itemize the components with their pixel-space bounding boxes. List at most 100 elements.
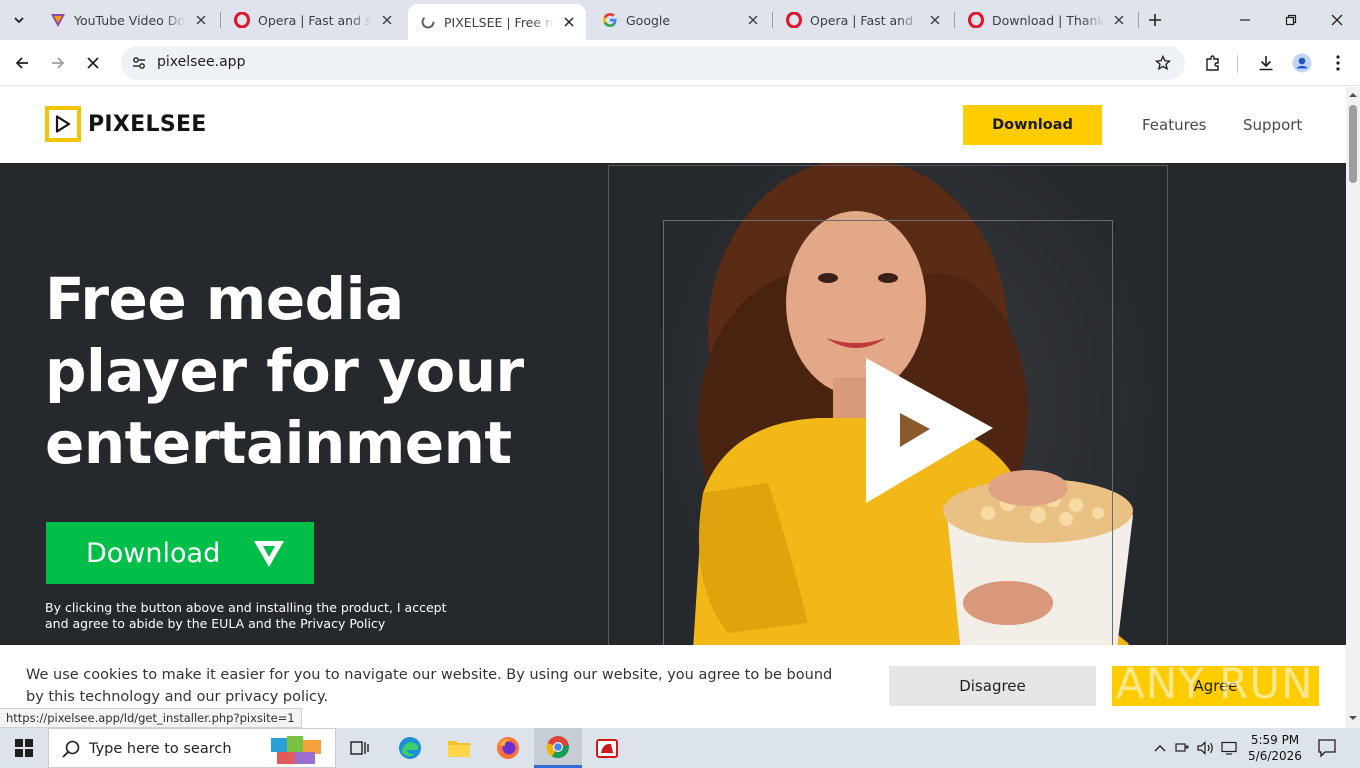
volume-icon[interactable] [1196, 738, 1216, 758]
tab-title: PIXELSEE | Free media player [444, 14, 554, 30]
toolbar-divider [1237, 55, 1238, 73]
back-button[interactable] [8, 49, 36, 77]
avatar-icon [1292, 53, 1312, 73]
close-icon[interactable] [1110, 11, 1128, 29]
taskbar-clock[interactable]: 5:59 PM 5/6/2026 [1240, 732, 1310, 764]
tab-youtube-downloader[interactable]: YouTube Video Downloader [38, 6, 218, 34]
site-settings-icon[interactable] [129, 53, 149, 73]
restore-button[interactable] [1268, 0, 1314, 40]
nav-link-support[interactable]: Support [1243, 116, 1302, 134]
scroll-up-arrow-icon[interactable] [1349, 91, 1357, 99]
minimize-button[interactable] [1222, 0, 1268, 40]
download-arrow-icon [254, 541, 284, 567]
taskbar-app-red[interactable] [583, 728, 631, 768]
bookmark-star-icon[interactable] [1153, 53, 1173, 73]
tab-pixelsee[interactable]: PIXELSEE | Free media player [408, 4, 586, 40]
task-view-button[interactable] [336, 728, 384, 768]
link-status-bubble: https://pixelsee.app/ld/get_installer.ph… [0, 708, 302, 728]
youtube-downloader-icon [50, 12, 66, 28]
menu-button[interactable] [1324, 49, 1352, 77]
display-icon[interactable] [1219, 738, 1239, 758]
logo-text: PIXELSEE [88, 111, 207, 137]
network-icon[interactable] [1173, 738, 1193, 758]
page-scrollbar[interactable] [1346, 87, 1360, 728]
hero-section: Free media player for your entertainment… [0, 163, 1346, 728]
agree-button[interactable]: Agree [1112, 666, 1319, 706]
header-download-button[interactable]: Download [963, 105, 1102, 145]
cookie-text: We use cookies to make it easier for you… [26, 667, 833, 705]
close-icon[interactable] [744, 11, 762, 29]
tab-separator [954, 12, 955, 28]
hero-download-button[interactable]: Download [46, 522, 314, 584]
chrome-icon [546, 735, 569, 758]
search-placeholder: Type here to search [89, 741, 232, 757]
close-icon[interactable] [378, 11, 396, 29]
edge-icon [399, 737, 421, 759]
site-logo[interactable]: PIXELSEE [45, 106, 207, 142]
close-icon[interactable] [926, 11, 944, 29]
taskbar-search-box[interactable]: Type here to search [48, 728, 336, 768]
site-header: PIXELSEE Download Features Support [0, 87, 1346, 163]
tab-opera-download[interactable]: Download | Thanks for [956, 6, 1136, 34]
nav-link-features[interactable]: Features [1142, 116, 1207, 134]
search-icon [62, 740, 80, 758]
windows-logo-icon [15, 739, 33, 757]
new-tab-button[interactable] [1144, 9, 1166, 31]
kebab-menu-icon [1336, 55, 1340, 71]
taskbar-edge[interactable] [386, 728, 434, 768]
opera-icon [968, 12, 984, 28]
tab-title: Google [626, 12, 671, 28]
loading-spinner-icon [420, 14, 436, 30]
notification-icon[interactable] [1316, 737, 1338, 759]
hero-title-line: player for your [45, 337, 524, 405]
web-page: PIXELSEE Download Features Support Free … [0, 87, 1346, 728]
scroll-thumb[interactable] [1349, 105, 1357, 183]
windows-taskbar: Type here to search 5:59 PM 5/6/2026 [0, 728, 1360, 768]
downloads-button[interactable] [1252, 49, 1280, 77]
extensions-button[interactable] [1199, 49, 1227, 77]
opera-icon [234, 12, 250, 28]
firefox-icon [497, 737, 519, 759]
close-window-button[interactable] [1314, 0, 1360, 40]
address-bar[interactable]: pixelsee.app [121, 46, 1185, 80]
close-icon [1331, 14, 1343, 26]
forward-button[interactable] [44, 49, 72, 77]
plus-icon [1149, 14, 1161, 26]
hero-download-label: Download [86, 537, 221, 569]
tab-separator [1138, 12, 1139, 28]
minimize-icon [1240, 19, 1250, 21]
tab-title: Opera | Fast and secure [810, 12, 920, 28]
tray-overflow-chevron-icon[interactable] [1150, 738, 1170, 758]
google-icon [602, 12, 618, 28]
tab-title: Download | Thanks for [992, 12, 1104, 28]
hero-title: Free media player for your entertainment [45, 263, 585, 479]
scroll-down-arrow-icon[interactable] [1349, 714, 1357, 722]
disagree-button[interactable]: Disagree [889, 666, 1096, 706]
close-icon[interactable] [192, 11, 210, 29]
restore-icon [1285, 14, 1297, 26]
tab-search-button[interactable] [6, 7, 32, 33]
tab-separator [220, 12, 221, 28]
tab-separator [772, 12, 773, 28]
taskbar-chrome[interactable] [534, 728, 582, 768]
folder-icon [448, 741, 470, 757]
taskbar-file-explorer[interactable] [435, 728, 483, 768]
tab-title: YouTube Video Downloader [74, 12, 186, 28]
browser-toolbar: pixelsee.app [0, 40, 1360, 86]
download-icon [1259, 56, 1273, 71]
search-highlight-puzzle-icon [271, 736, 321, 764]
stop-loading-button[interactable] [79, 49, 107, 77]
tab-google[interactable]: Google [590, 6, 770, 34]
tab-opera-2[interactable]: Opera | Fast and secure [774, 6, 952, 34]
app-window-icon [596, 739, 618, 758]
hero-title-line: entertainment [45, 409, 512, 477]
tab-opera-1[interactable]: Opera | Fast and secure [222, 6, 404, 34]
address-url[interactable]: pixelsee.app [157, 54, 245, 70]
taskbar-firefox[interactable] [484, 728, 532, 768]
close-icon [87, 57, 99, 69]
start-button[interactable] [0, 728, 48, 768]
tab-strip: YouTube Video Downloader Opera | Fast an… [0, 0, 1360, 40]
profile-button[interactable] [1288, 49, 1316, 77]
logo-play-icon [45, 106, 81, 142]
close-icon[interactable] [560, 13, 578, 31]
